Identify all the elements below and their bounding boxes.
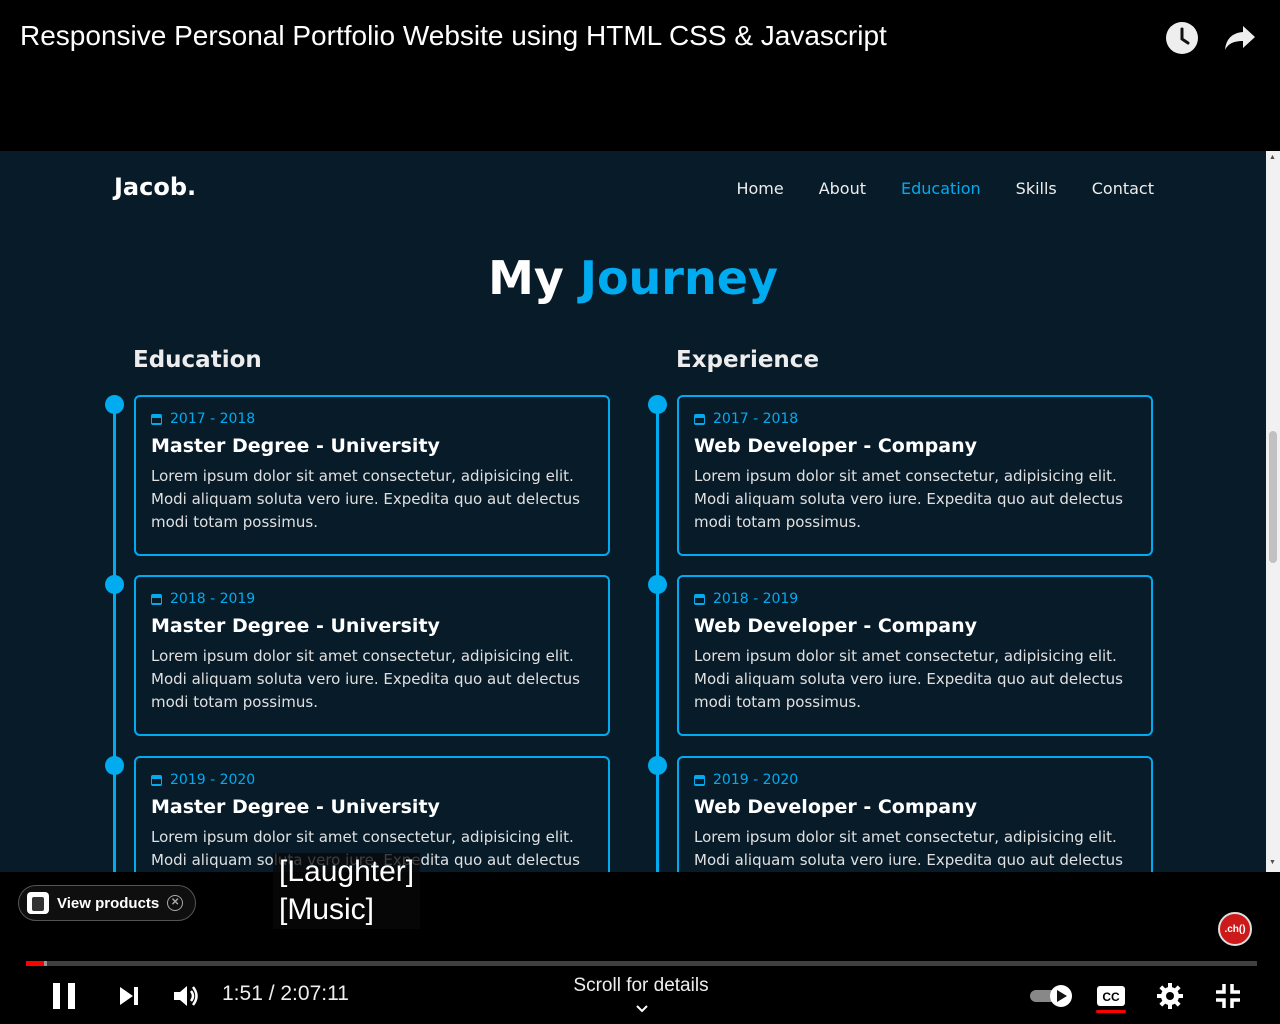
experience-card: 2018 - 2019 Web Developer - Company Lore… [677, 575, 1153, 736]
portfolio-site: Jacob. Home About Education Skills Conta… [0, 151, 1266, 872]
experience-timeline-line [656, 402, 659, 872]
card-title: Web Developer - Company [694, 615, 977, 637]
timeline-dot [105, 395, 124, 414]
experience-title: Experience [676, 347, 820, 373]
card-description: Lorem ipsum dolor sit amet consectetur, … [151, 467, 580, 531]
nav-home[interactable]: Home [736, 179, 783, 198]
calendar-icon [694, 593, 705, 605]
nav-education[interactable]: Education [901, 179, 981, 198]
subscribe-watermark[interactable]: .ch() [1218, 912, 1252, 946]
card-title: Web Developer - Company [694, 435, 977, 457]
view-products-label: View products [57, 894, 160, 912]
card-title: Master Degree - University [151, 435, 440, 457]
timeline-dot [105, 575, 124, 594]
card-date: 2018 - 2019 [694, 591, 1136, 607]
site-scrollbar[interactable]: ▲ ▼ [1266, 151, 1280, 872]
calendar-icon [151, 413, 162, 425]
card-title: Master Degree - University [151, 796, 440, 818]
card-title: Master Degree - University [151, 615, 440, 637]
heading-plain: My [488, 251, 564, 305]
video-title[interactable]: Responsive Personal Portfolio Website us… [20, 20, 887, 52]
card-date: 2017 - 2018 [151, 411, 593, 427]
card-date: 2019 - 2020 [694, 772, 1136, 788]
time-display: 1:51 / 2:07:11 [222, 982, 349, 1005]
calendar-icon [151, 593, 162, 605]
view-products-button[interactable]: View products ✕ [18, 885, 197, 921]
nav-skills[interactable]: Skills [1016, 179, 1057, 198]
progress-bar[interactable] [26, 961, 1257, 966]
captions-active-indicator [1096, 1010, 1126, 1013]
card-date-text: 2018 - 2019 [713, 591, 799, 607]
scroll-down-arrow-icon[interactable]: ▼ [1269, 859, 1276, 867]
caption-line: [Music] [279, 893, 375, 926]
caption-line: [Laughter] [279, 855, 415, 888]
card-description: Lorem ipsum dolor sit amet consectetur, … [694, 647, 1123, 711]
experience-card: 2019 - 2020 Web Developer - Company Lore… [677, 756, 1153, 872]
card-date: 2017 - 2018 [694, 411, 1136, 427]
scrollbar-thumb[interactable] [1269, 431, 1277, 563]
captions: [Laughter] [Music] [273, 853, 421, 929]
autoplay-toggle[interactable] [1029, 984, 1075, 1008]
calendar-icon [151, 774, 162, 786]
played-bar [26, 961, 44, 966]
card-date-text: 2017 - 2018 [713, 411, 799, 427]
nav-contact[interactable]: Contact [1092, 179, 1154, 198]
section-heading: My Journey [0, 251, 1266, 305]
calendar-icon [694, 774, 705, 786]
captions-button[interactable]: CC [1094, 978, 1128, 1014]
card-date-text: 2018 - 2019 [170, 591, 256, 607]
education-card: 2017 - 2018 Master Degree - University L… [134, 395, 610, 556]
timeline-dot [648, 395, 667, 414]
volume-button[interactable] [170, 978, 202, 1014]
heading-accent: Journey [579, 251, 778, 305]
card-date-text: 2019 - 2020 [713, 772, 799, 788]
nav-about[interactable]: About [819, 179, 866, 198]
svg-text:CC: CC [1102, 990, 1120, 1004]
card-description: Lorem ipsum dolor sit amet consectetur, … [694, 828, 1123, 869]
settings-gear-icon[interactable] [1154, 978, 1186, 1014]
close-icon[interactable]: ✕ [167, 895, 184, 911]
education-card: 2018 - 2019 Master Degree - University L… [134, 575, 610, 736]
scroll-up-arrow-icon[interactable]: ▲ [1269, 154, 1276, 162]
card-date-text: 2019 - 2020 [170, 772, 256, 788]
watch-later-icon[interactable] [1162, 18, 1202, 58]
site-nav: Home About Education Skills Contact [736, 179, 1154, 198]
experience-card: 2017 - 2018 Web Developer - Company Lore… [677, 395, 1153, 556]
chevron-down-icon[interactable] [634, 1001, 650, 1017]
card-title: Web Developer - Company [694, 796, 977, 818]
timeline-dot [648, 756, 667, 775]
exit-fullscreen-icon[interactable] [1212, 978, 1244, 1014]
card-date: 2018 - 2019 [151, 591, 593, 607]
card-date-text: 2017 - 2018 [170, 411, 256, 427]
calendar-icon [694, 413, 705, 425]
pause-button[interactable] [46, 978, 82, 1014]
education-timeline-line [113, 402, 116, 872]
shopping-bag-icon [27, 892, 49, 914]
next-button[interactable] [114, 978, 144, 1014]
timeline-dot [648, 575, 667, 594]
education-title: Education [133, 347, 262, 373]
scroll-for-details[interactable]: Scroll for details [541, 975, 741, 997]
site-logo[interactable]: Jacob. [114, 173, 196, 201]
share-icon[interactable] [1220, 18, 1260, 58]
card-date: 2019 - 2020 [151, 772, 593, 788]
card-description: Lorem ipsum dolor sit amet consectetur, … [694, 467, 1123, 531]
timeline-dot [105, 756, 124, 775]
card-description: Lorem ipsum dolor sit amet consectetur, … [151, 647, 580, 711]
